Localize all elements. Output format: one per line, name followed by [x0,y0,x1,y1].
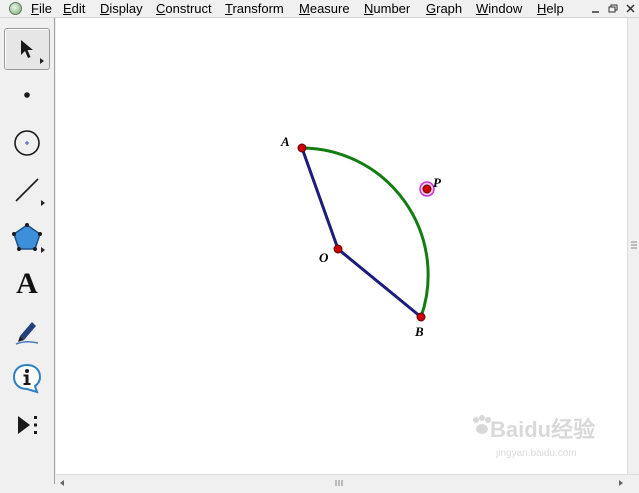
straightedge-tool[interactable] [4,169,50,211]
point-a[interactable] [297,143,307,153]
app-icon[interactable] [9,2,22,15]
menu-transform[interactable]: Transform [225,0,284,17]
arc-ab[interactable] [301,146,430,318]
watermark-url: jingyan.baidu.com [496,448,577,459]
play-dots-icon [18,416,37,434]
menu-window[interactable]: Window [476,0,522,17]
menu-edit[interactable]: Edit [63,0,85,17]
sketch-canvas[interactable]: A O B P [56,18,627,474]
label-b[interactable]: B [414,324,424,339]
menu-display[interactable]: Display [100,0,143,17]
information-tool[interactable] [4,357,50,399]
horizontal-scrollbar[interactable] [56,474,639,486]
marker-tool[interactable] [4,310,50,352]
circle-icon [14,130,40,156]
restore-icon[interactable] [606,2,621,15]
point-tool[interactable] [4,74,50,116]
arrow-select-tool[interactable] [4,28,50,70]
sketch-drawing: A O B P [280,134,442,339]
line-segment-icon [15,178,39,202]
pentagon-icon [12,223,42,251]
label-p[interactable]: P [433,175,442,190]
custom-tool[interactable] [4,404,50,446]
tool-menu-arrow-icon [41,200,45,206]
point-b[interactable] [416,312,426,322]
text-tool[interactable]: A [4,263,50,305]
tool-menu-arrow-icon [40,58,44,64]
segment-ob[interactable] [337,247,422,319]
baidu-watermark: Baidu经验 jingyan.baidu.com [470,410,620,466]
point-o[interactable] [333,244,343,254]
vertical-scrollbar[interactable] [627,18,639,474]
tool-menu-arrow-icon [41,247,45,253]
segment-oa[interactable] [300,147,340,250]
menu-graph[interactable]: Graph [426,0,462,17]
label-a[interactable]: A [280,134,290,149]
text-a-icon: A [16,267,38,300]
polygon-tool[interactable] [4,216,50,258]
scrollbar-grip-icon [631,241,637,249]
menu-bar: File Edit Display Construct Transform Me… [0,0,639,18]
minimize-icon[interactable] [588,2,603,15]
point-p[interactable] [422,184,432,194]
pointer-arrow-icon [21,40,33,58]
info-icon [12,363,42,394]
menu-file[interactable]: File [31,0,52,17]
menu-help[interactable]: Help [537,0,564,17]
watermark-brand: Baidu经验 [490,417,596,442]
scrollbar-grip-icon [60,480,623,486]
menu-measure[interactable]: Measure [299,0,350,17]
close-icon[interactable] [623,2,638,15]
pen-marker-icon [15,322,39,345]
toolbox: A [0,18,55,484]
label-o[interactable]: O [319,250,329,265]
menu-number[interactable]: Number [364,0,410,17]
point-icon [24,92,30,98]
menu-construct[interactable]: Construct [156,0,212,17]
compass-tool[interactable] [4,122,50,164]
